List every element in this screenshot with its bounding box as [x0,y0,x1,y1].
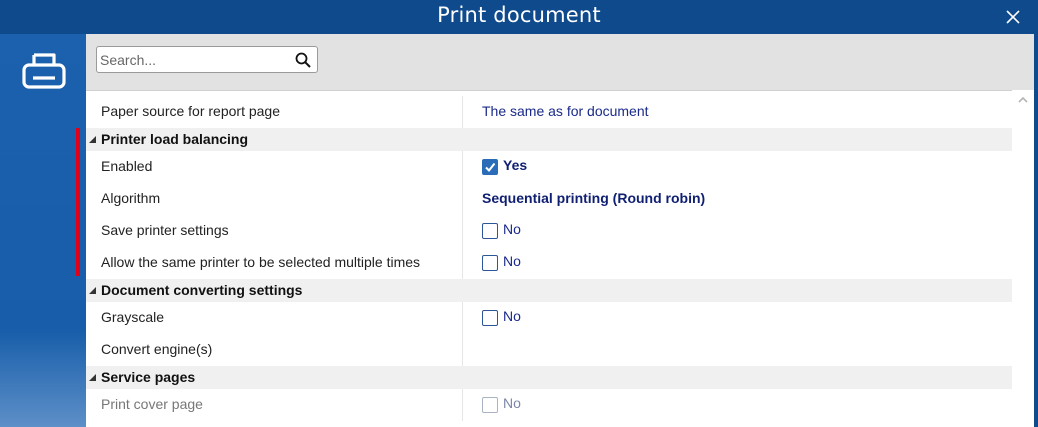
checkbox-value: No [503,253,521,269]
checkbox-value: No [503,308,521,324]
group-header[interactable]: Service pages [86,366,1012,389]
property-row[interactable]: Grayscale No [86,302,1012,334]
search-icon[interactable] [294,51,312,69]
allow-same-printer-checkbox[interactable] [482,255,498,271]
property-grid: Paper source for report page The same as… [86,96,1012,421]
property-label: Paper source for report page [101,103,280,119]
paper-source-value[interactable]: The same as for document [482,103,649,119]
save-printer-settings-checkbox[interactable] [482,223,498,239]
property-label: Enabled [101,158,153,174]
property-label: Algorithm [101,190,161,206]
title-bar: Print document [0,0,1038,34]
property-value[interactable]: Sequential printing (Round robin) [462,183,1013,215]
collapse-triangle-icon[interactable] [89,136,96,143]
property-label: Print cover page [101,396,203,412]
checkmark-icon [485,162,496,173]
property-value: No [462,389,1013,421]
property-label: Save printer settings [101,222,229,238]
printer-icon [22,53,66,89]
checkbox-value: No [503,395,521,411]
properties-panel: Paper source for report page The same as… [86,34,1034,427]
property-value[interactable]: The same as for document [462,96,1013,128]
collapse-triangle-icon[interactable] [89,374,96,381]
grayscale-checkbox[interactable] [482,310,498,326]
property-label: Allow the same printer to be selected mu… [101,254,421,270]
property-row[interactable]: Enabled Yes [86,151,1012,183]
enabled-checkbox[interactable] [482,159,498,175]
vertical-scrollbar[interactable] [1012,90,1034,427]
algorithm-value[interactable]: Sequential printing (Round robin) [482,190,705,206]
property-value[interactable]: No [462,247,1013,279]
property-label: Grayscale [101,309,165,325]
search-box[interactable] [96,46,318,73]
group-header[interactable]: Printer load balancing [86,128,1012,151]
property-row: Print cover page No [86,389,1012,421]
property-row[interactable]: Convert engine(s) [86,334,1012,366]
active-group-marker [76,128,80,276]
checkbox-value: No [503,221,521,237]
property-row[interactable]: Allow the same printer to be selected mu… [86,247,1012,279]
property-value[interactable]: Yes [462,151,1013,183]
property-row[interactable]: Paper source for report page The same as… [86,96,1012,128]
window-border [1034,34,1038,427]
close-icon[interactable] [1002,6,1024,28]
scroll-up-icon[interactable] [1017,95,1029,105]
property-value[interactable]: No [462,215,1013,247]
group-title: Document converting settings [101,282,303,298]
group-title: Service pages [101,369,196,385]
property-value[interactable]: No [462,302,1013,334]
checkbox-value: Yes [503,157,528,173]
collapse-triangle-icon[interactable] [89,287,96,294]
toolbar [86,34,1034,91]
property-value[interactable] [462,334,1013,366]
side-panel [0,34,86,427]
property-row[interactable]: Save printer settings No [86,215,1012,247]
print-cover-page-checkbox [482,397,498,413]
search-input[interactable] [100,49,290,70]
window-title: Print document [437,3,601,27]
property-row[interactable]: Algorithm Sequential printing (Round rob… [86,183,1012,215]
group-title: Printer load balancing [101,131,249,147]
property-label: Convert engine(s) [101,341,213,357]
group-header[interactable]: Document converting settings [86,279,1012,302]
